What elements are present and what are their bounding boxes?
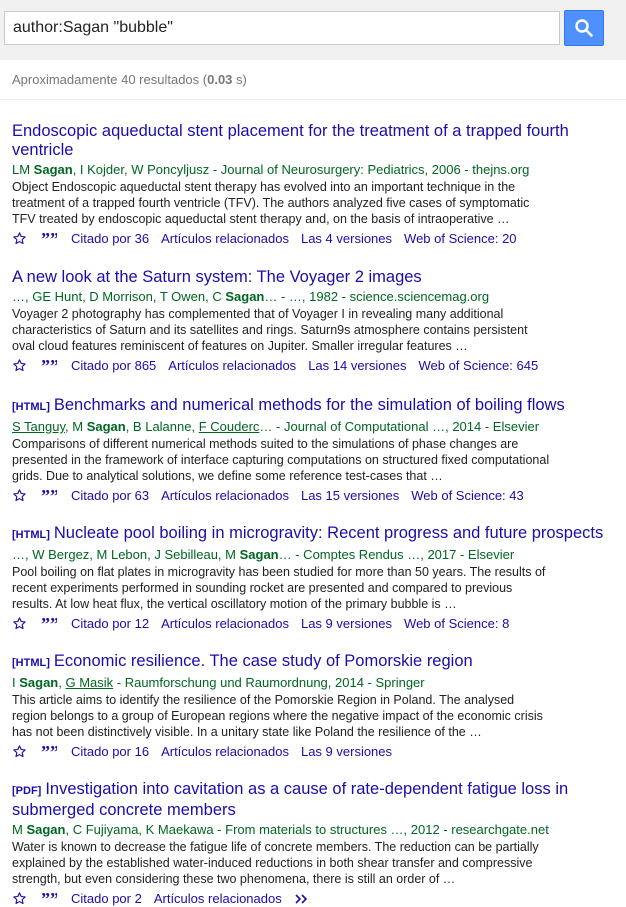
result-item: A new look at the Saturn system: The Voy… bbox=[12, 268, 624, 373]
web-of-science-link[interactable]: Web of Science: 20 bbox=[404, 231, 517, 246]
format-tag[interactable]: [HTML] bbox=[12, 657, 50, 669]
result-snippet: Voyager 2 photography has complemented t… bbox=[12, 307, 528, 353]
result-title-link[interactable]: Investigation into cavitation as a cause… bbox=[12, 780, 568, 819]
search-button[interactable] bbox=[564, 10, 604, 46]
related-articles-link[interactable]: Artículos relacionados bbox=[161, 488, 289, 503]
result-title-link[interactable]: Benchmarks and numerical methods for the… bbox=[54, 396, 565, 414]
divider bbox=[0, 99, 626, 100]
result-title: [HTML] Nucleate pool boiling in micrograv… bbox=[12, 524, 624, 545]
result-snippet: Pool boiling on flat plates in micrograv… bbox=[12, 565, 546, 611]
results-stats: Aproximadamente 40 resultados (0.03 s) bbox=[12, 72, 247, 87]
cite-icon[interactable]: ”” bbox=[41, 617, 57, 631]
cite-icon[interactable]: ”” bbox=[41, 359, 57, 373]
svg-text:””: ”” bbox=[41, 617, 57, 631]
result-snippet: This article aims to identify the resili… bbox=[12, 693, 543, 739]
star-icon[interactable] bbox=[12, 744, 27, 759]
star-icon[interactable] bbox=[12, 616, 27, 631]
result-actions: ”” Citado por 63 Artículos relacionados Las… bbox=[12, 488, 624, 503]
related-articles-link[interactable]: Artículos relacionados bbox=[154, 891, 282, 906]
versions-link[interactable]: Las 9 versiones bbox=[301, 744, 392, 759]
result-authors: LM Sagan, I Kojder, W Poncyljusz - Journ… bbox=[12, 162, 530, 177]
result-snippet: Object Endoscopic aqueductal stent thera… bbox=[12, 180, 530, 226]
web-of-science-link[interactable]: Web of Science: 43 bbox=[411, 488, 524, 503]
cite-icon[interactable]: ”” bbox=[41, 232, 57, 246]
result-authors: S Tanguy, M Sagan, B Lalanne, F Couderc…… bbox=[12, 419, 540, 434]
svg-text:””: ”” bbox=[41, 489, 57, 503]
result-actions: ”” Citado por 12 Artículos relacionados Las… bbox=[12, 616, 624, 631]
result-authors: M Sagan, C Fujiyama, K Maekawa - From ma… bbox=[12, 822, 549, 837]
format-tag[interactable]: [HTML] bbox=[12, 529, 50, 541]
result-item: [PDF] Investigation into cavitation as a … bbox=[12, 780, 624, 906]
result-authors: …, GE Hunt, D Morrison, T Owen, C Sagan…… bbox=[12, 289, 490, 304]
result-title-link[interactable]: Economic resilience. The case study of P… bbox=[54, 652, 473, 670]
result-snippet: Comparisons of different numerical metho… bbox=[12, 437, 550, 483]
svg-text:””: ”” bbox=[41, 745, 57, 759]
cite-icon[interactable]: ”” bbox=[41, 489, 57, 503]
result-item: [HTML] Nucleate pool boiling in micrograv… bbox=[12, 524, 624, 631]
result-title: [PDF] Investigation into cavitation as a … bbox=[12, 780, 624, 820]
result-actions: ”” Citado por 2 Artículos relacionados bbox=[12, 891, 624, 906]
cited-by-link[interactable]: Citado por 12 bbox=[71, 616, 149, 631]
result-title: [HTML] Benchmarks and numerical methods f… bbox=[12, 396, 624, 417]
versions-link[interactable]: Las 14 versiones bbox=[308, 358, 406, 373]
cite-icon[interactable]: ”” bbox=[41, 892, 57, 906]
svg-text:””: ”” bbox=[41, 892, 57, 906]
cited-by-link[interactable]: Citado por 36 bbox=[71, 231, 149, 246]
search-bar bbox=[0, 0, 626, 60]
result-authors: I Sagan, G Masik - Raumforschung und Rau… bbox=[12, 675, 425, 690]
result-title: [HTML] Economic resilience. The case stud… bbox=[12, 652, 624, 673]
result-actions: ”” Citado por 36 Artículos relacionados Las… bbox=[12, 231, 624, 246]
star-icon[interactable] bbox=[12, 488, 27, 503]
related-articles-link[interactable]: Artículos relacionados bbox=[161, 616, 289, 631]
star-icon[interactable] bbox=[12, 231, 27, 246]
result-actions: ”” Citado por 16 Artículos relacionados Las… bbox=[12, 744, 624, 759]
versions-link[interactable]: Las 9 versiones bbox=[301, 616, 392, 631]
svg-text:””: ”” bbox=[41, 232, 57, 246]
result-title-link[interactable]: Nucleate pool boiling in microgravity: R… bbox=[54, 524, 603, 542]
search-input[interactable] bbox=[4, 11, 560, 45]
versions-link[interactable]: Las 4 versiones bbox=[301, 231, 392, 246]
more-options-icon[interactable] bbox=[294, 893, 310, 905]
result-item: Endoscopic aqueductal stent placement fo… bbox=[12, 122, 624, 246]
result-item: [HTML] Benchmarks and numerical methods f… bbox=[12, 396, 624, 503]
cited-by-link[interactable]: Citado por 16 bbox=[71, 744, 149, 759]
result-title: A new look at the Saturn system: The Voy… bbox=[12, 268, 624, 287]
cite-icon[interactable]: ”” bbox=[41, 745, 57, 759]
result-item: [HTML] Economic resilience. The case stud… bbox=[12, 652, 624, 759]
cited-by-link[interactable]: Citado por 2 bbox=[71, 891, 142, 906]
star-icon[interactable] bbox=[12, 891, 27, 906]
format-tag[interactable]: [HTML] bbox=[12, 401, 50, 413]
related-articles-link[interactable]: Artículos relacionados bbox=[168, 358, 296, 373]
related-articles-link[interactable]: Artículos relacionados bbox=[161, 231, 289, 246]
star-icon[interactable] bbox=[12, 358, 27, 373]
search-icon bbox=[575, 19, 593, 37]
web-of-science-link[interactable]: Web of Science: 8 bbox=[404, 616, 509, 631]
result-title-link[interactable]: Endoscopic aqueductal stent placement fo… bbox=[12, 122, 569, 159]
web-of-science-link[interactable]: Web of Science: 645 bbox=[418, 358, 538, 373]
format-tag[interactable]: [PDF] bbox=[12, 785, 41, 797]
result-snippet: Water is known to decrease the fatigue l… bbox=[12, 840, 539, 886]
result-authors: …, W Bergez, M Lebon, J Sebilleau, M Sag… bbox=[12, 547, 515, 562]
svg-text:””: ”” bbox=[41, 359, 57, 373]
cited-by-link[interactable]: Citado por 63 bbox=[71, 488, 149, 503]
related-articles-link[interactable]: Artículos relacionados bbox=[161, 744, 289, 759]
cited-by-link[interactable]: Citado por 865 bbox=[71, 358, 156, 373]
versions-link[interactable]: Las 15 versiones bbox=[301, 488, 399, 503]
result-title: Endoscopic aqueductal stent placement fo… bbox=[12, 122, 624, 160]
result-actions: ”” Citado por 865 Artículos relacionados La… bbox=[12, 358, 624, 373]
result-title-link[interactable]: A new look at the Saturn system: The Voy… bbox=[12, 268, 422, 286]
